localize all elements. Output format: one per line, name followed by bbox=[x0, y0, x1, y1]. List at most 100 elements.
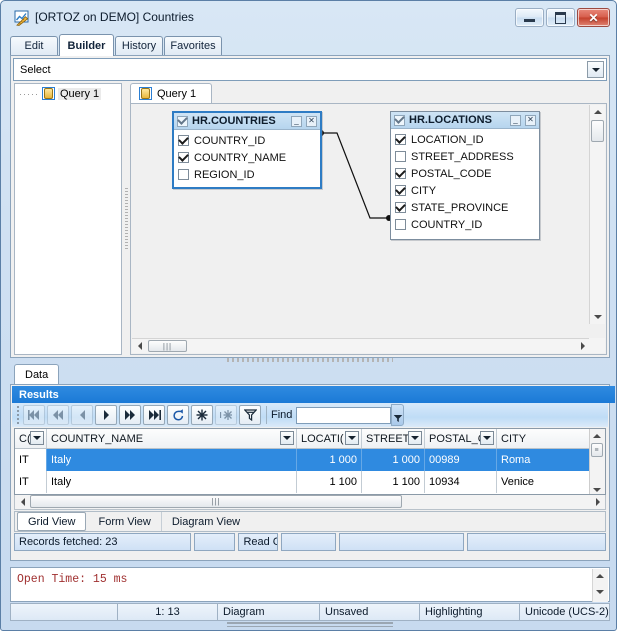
next-page-button[interactable] bbox=[119, 405, 141, 425]
field-row[interactable]: REGION_ID bbox=[174, 166, 320, 183]
table-minimize-icon[interactable]: _ bbox=[510, 114, 521, 126]
field-checkbox[interactable] bbox=[395, 202, 406, 213]
cell-city[interactable]: Venice bbox=[497, 471, 592, 493]
query-tab-query1[interactable]: Query 1 bbox=[130, 83, 212, 103]
filter-dropdown-icon[interactable] bbox=[480, 431, 494, 445]
tab-form-view[interactable]: Form View bbox=[88, 512, 162, 531]
diagram-horizontal-scrollbar[interactable]: ||| bbox=[132, 338, 590, 353]
field-checkbox[interactable] bbox=[395, 151, 406, 162]
scroll-thumb-horizontal[interactable]: ||| bbox=[30, 495, 402, 508]
find-options-button[interactable] bbox=[391, 404, 405, 426]
scroll-thumb-vertical[interactable]: ≡ bbox=[591, 443, 603, 457]
table-close-icon[interactable]: ✕ bbox=[525, 114, 536, 126]
diagram-canvas[interactable]: HR.COUNTRIES _ ✕ COUNTRY_ID COUNTRY_NAME… bbox=[132, 105, 590, 338]
refresh-button[interactable] bbox=[167, 405, 189, 425]
grid-vertical-scrollbar[interactable]: ≡ bbox=[589, 429, 605, 494]
tab-edit[interactable]: Edit bbox=[10, 36, 58, 55]
find-input[interactable] bbox=[296, 406, 392, 424]
scroll-down-button[interactable] bbox=[593, 585, 607, 599]
column-header[interactable]: COUNTRY_NAME bbox=[47, 429, 297, 448]
field-row[interactable]: COUNTRY_NAME bbox=[174, 149, 320, 166]
cell-street[interactable]: 1 100 bbox=[362, 471, 425, 493]
table-close-icon[interactable]: ✕ bbox=[306, 115, 317, 127]
scroll-down-button[interactable] bbox=[590, 310, 605, 324]
next-record-button[interactable] bbox=[95, 405, 117, 425]
tab-grid-view[interactable]: Grid View bbox=[17, 512, 87, 531]
first-record-button[interactable] bbox=[23, 405, 45, 425]
column-header[interactable]: STREET bbox=[362, 429, 425, 448]
prior-page-button[interactable] bbox=[47, 405, 69, 425]
scroll-up-button[interactable] bbox=[593, 569, 607, 583]
cell-postal-code[interactable]: 10934 bbox=[425, 471, 497, 493]
tab-diagram-view[interactable]: Diagram View bbox=[162, 512, 250, 531]
table-box-hr-locations[interactable]: HR.LOCATIONS _ ✕ LOCATION_ID STREET_ADDR… bbox=[390, 111, 540, 240]
scroll-left-button[interactable] bbox=[132, 339, 147, 353]
filter-button[interactable] bbox=[239, 405, 261, 425]
field-row[interactable]: STREET_ADDRESS bbox=[391, 148, 539, 165]
table-checkbox[interactable] bbox=[177, 115, 188, 127]
scroll-up-button[interactable] bbox=[590, 429, 604, 442]
scroll-left-button[interactable] bbox=[15, 495, 30, 508]
tree-item-query1[interactable]: ····· Query 1 bbox=[19, 87, 102, 100]
field-checkbox[interactable] bbox=[178, 152, 189, 163]
cell-country-id[interactable]: IT bbox=[15, 471, 47, 493]
field-checkbox[interactable] bbox=[178, 135, 189, 146]
field-checkbox[interactable] bbox=[395, 134, 406, 145]
field-checkbox[interactable] bbox=[395, 185, 406, 196]
table-row[interactable]: IT Italy 1 000 1 000 00989 Roma bbox=[15, 449, 605, 471]
maximize-button[interactable] bbox=[546, 8, 575, 27]
output-log[interactable]: Open Time: 15 ms bbox=[10, 567, 610, 602]
field-row[interactable]: CITY bbox=[391, 182, 539, 199]
tab-history[interactable]: History bbox=[115, 36, 163, 55]
cell-location-id[interactable]: 1 100 bbox=[297, 471, 362, 493]
field-row[interactable]: STATE_PROVINCE bbox=[391, 199, 539, 216]
table-minimize-icon[interactable]: _ bbox=[291, 115, 302, 127]
field-row[interactable]: LOCATION_ID bbox=[391, 131, 539, 148]
scroll-up-button[interactable] bbox=[590, 105, 605, 119]
last-record-button[interactable] bbox=[143, 405, 165, 425]
field-checkbox[interactable] bbox=[178, 169, 189, 180]
toolbar-drag-handle[interactable] bbox=[15, 406, 21, 424]
scroll-thumb-vertical[interactable] bbox=[591, 120, 604, 142]
table-header[interactable]: HR.LOCATIONS _ ✕ bbox=[391, 112, 539, 129]
scroll-right-button[interactable] bbox=[590, 495, 605, 508]
field-checkbox[interactable] bbox=[395, 219, 406, 230]
window-resize-grip[interactable] bbox=[227, 622, 393, 627]
cell-postal-code[interactable]: 00989 bbox=[425, 449, 497, 471]
scroll-down-button[interactable] bbox=[590, 483, 604, 494]
diagram-area[interactable]: HR.COUNTRIES _ ✕ COUNTRY_ID COUNTRY_NAME… bbox=[130, 103, 607, 355]
field-row[interactable]: COUNTRY_ID bbox=[174, 132, 320, 149]
tab-data[interactable]: Data bbox=[14, 364, 60, 384]
horizontal-splitter[interactable] bbox=[227, 358, 393, 362]
prior-record-button[interactable] bbox=[71, 405, 93, 425]
cell-street[interactable]: 1 000 bbox=[362, 449, 425, 471]
field-checkbox[interactable] bbox=[395, 168, 406, 179]
tab-favorites[interactable]: Favorites bbox=[164, 36, 222, 55]
filter-dropdown-icon[interactable] bbox=[345, 431, 359, 445]
scroll-right-button[interactable] bbox=[575, 339, 590, 353]
statement-combobox[interactable]: Select bbox=[13, 58, 607, 81]
table-box-hr-countries[interactable]: HR.COUNTRIES _ ✕ COUNTRY_ID COUNTRY_NAME… bbox=[172, 111, 322, 189]
close-button[interactable]: ✕ bbox=[577, 8, 610, 27]
fetch-all-button[interactable] bbox=[191, 405, 213, 425]
stop-fetch-button[interactable] bbox=[215, 405, 237, 425]
query-tree-pane[interactable]: ····· Query 1 bbox=[14, 83, 122, 355]
cell-country-name[interactable]: Italy bbox=[47, 449, 297, 471]
cell-country-id[interactable]: IT bbox=[15, 449, 47, 471]
table-header[interactable]: HR.COUNTRIES _ ✕ bbox=[174, 113, 320, 130]
cell-location-id[interactable]: 1 000 bbox=[297, 449, 362, 471]
cell-city[interactable]: Roma bbox=[497, 449, 592, 471]
filter-dropdown-icon[interactable] bbox=[408, 431, 422, 445]
column-header[interactable]: POSTAL_C bbox=[425, 429, 497, 448]
vertical-splitter[interactable] bbox=[123, 83, 130, 355]
table-checkbox[interactable] bbox=[394, 114, 405, 126]
field-row[interactable]: POSTAL_CODE bbox=[391, 165, 539, 182]
minimize-button[interactable] bbox=[515, 8, 544, 27]
diagram-vertical-scrollbar[interactable] bbox=[589, 105, 605, 324]
log-vertical-scrollbar[interactable] bbox=[592, 569, 608, 602]
grid-horizontal-scrollbar[interactable]: ||| bbox=[14, 495, 606, 510]
results-grid[interactable]: C( COUNTRY_NAME LOCATI( STREET POSTAL_C … bbox=[14, 428, 606, 495]
cell-country-name[interactable]: Italy bbox=[47, 471, 297, 493]
field-row[interactable]: COUNTRY_ID bbox=[391, 216, 539, 233]
filter-dropdown-icon[interactable] bbox=[280, 431, 294, 445]
